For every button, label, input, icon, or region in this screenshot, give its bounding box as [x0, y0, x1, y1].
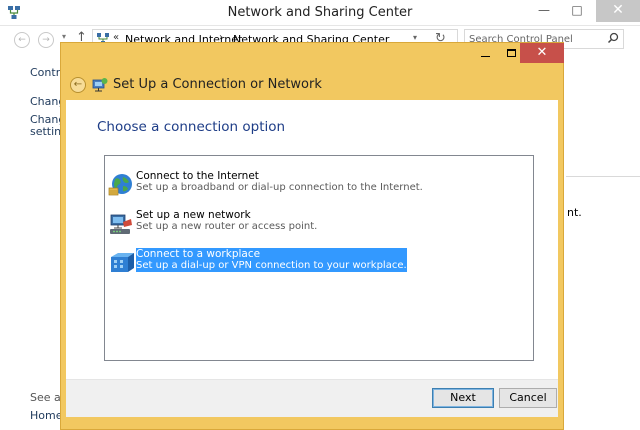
option-description: Set up a dial-up or VPN connection to yo… — [136, 260, 407, 272]
forward-button[interactable]: → — [38, 32, 54, 48]
next-button[interactable]: Next — [432, 388, 494, 408]
option-title: Set up a new network — [136, 209, 251, 221]
network-wizard-icon — [92, 78, 108, 92]
option-connect-to-workplace[interactable]: Connect to a workplace Set up a dial-up … — [106, 243, 532, 279]
dialog-heading: Choose a connection option — [97, 119, 286, 135]
maximize-icon — [507, 49, 516, 57]
maximize-button[interactable]: □ — [563, 0, 591, 22]
cancel-button[interactable]: Cancel — [499, 388, 557, 408]
option-title: Connect to a workplace — [136, 248, 407, 260]
dialog-footer: Next Cancel — [66, 379, 558, 417]
dialog-body: Choose a connection option Connect to th… — [66, 100, 558, 379]
dialog-back-button[interactable]: ← — [70, 77, 86, 93]
globe-icon — [108, 174, 132, 196]
option-description: Set up a new router or access point. — [136, 221, 318, 232]
option-text: Connect to a workplace Set up a dial-up … — [136, 248, 407, 272]
back-button[interactable]: ← — [14, 32, 30, 48]
setup-connection-dialog: ✕ ← Set Up a Connection or Network Choos… — [60, 42, 564, 430]
router-icon — [110, 214, 132, 234]
workplace-icon — [111, 253, 134, 272]
recent-locations-dropdown[interactable]: ▾ — [62, 32, 66, 41]
close-button[interactable]: ✕ — [596, 0, 640, 22]
option-text: Connect to the Internet Set up a broadba… — [136, 170, 423, 194]
dialog-maximize-button[interactable] — [502, 45, 522, 61]
dialog-close-button[interactable]: ✕ — [520, 43, 564, 63]
option-title: Connect to the Internet — [136, 170, 259, 182]
minimize-button[interactable]: — — [530, 0, 558, 22]
option-text: Set up a new network Set up a new router… — [136, 209, 317, 233]
minimize-icon — [481, 56, 490, 57]
dialog-title: Set Up a Connection or Network — [113, 77, 322, 92]
dialog-minimize-button[interactable] — [476, 48, 496, 60]
connection-option-list[interactable]: Connect to the Internet Set up a broadba… — [104, 155, 534, 361]
option-set-up-new-network[interactable]: Set up a new network Set up a new router… — [106, 204, 532, 240]
address-dropdown[interactable]: ▾ — [413, 33, 417, 42]
option-description: Set up a broadband or dial-up connection… — [136, 182, 423, 193]
section-divider — [566, 176, 640, 177]
background-content-text: nt. — [567, 206, 582, 219]
option-connect-to-internet[interactable]: Connect to the Internet Set up a broadba… — [106, 165, 532, 201]
window-titlebar: Network and Sharing Center — □ ✕ — [0, 0, 640, 26]
search-icon[interactable] — [607, 32, 619, 44]
